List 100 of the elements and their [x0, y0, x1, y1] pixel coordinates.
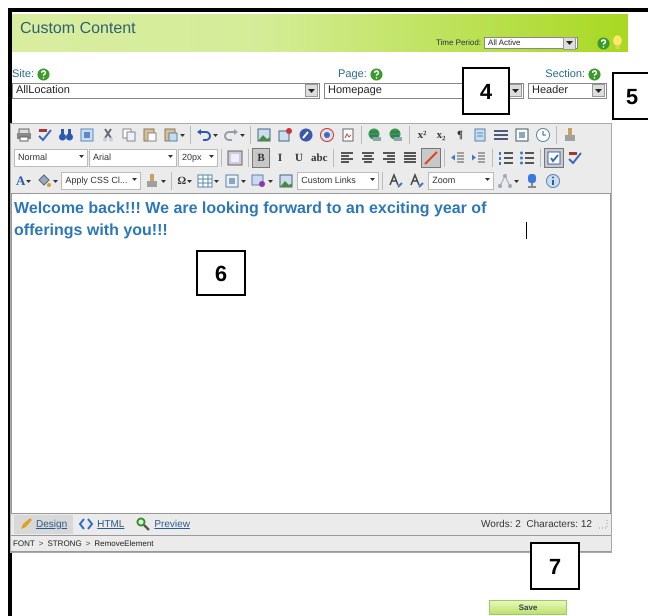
resize-grip-icon[interactable]	[598, 519, 608, 529]
mode-tab[interactable]: HTML	[73, 514, 130, 534]
page-title: Custom Content	[20, 19, 136, 39]
toolbar-button[interactable]: abc	[309, 148, 330, 168]
caret-icon	[209, 155, 214, 158]
binoculars-icon	[58, 127, 74, 143]
toolbar-dropdown[interactable]: 20px	[178, 149, 218, 167]
toolbar-button[interactable]: Ω	[175, 171, 194, 191]
toolbar-dropdown[interactable]: Normal	[14, 149, 88, 167]
help-icon[interactable]	[370, 68, 383, 81]
toolbar-button[interactable]: U	[290, 148, 308, 168]
horizontal-rule-icon	[493, 127, 509, 143]
breadcrumb-separator: >	[38, 538, 44, 548]
network-icon	[497, 173, 514, 189]
toolbar-button[interactable]: ¶	[451, 125, 469, 145]
paste-special-icon	[163, 127, 179, 143]
document-icon	[340, 127, 356, 143]
caret-icon	[132, 178, 138, 182]
spellcheck-icon	[37, 127, 53, 143]
globe-icon	[388, 127, 404, 143]
field-label: Section:	[545, 67, 585, 82]
breadcrumb-link[interactable]: RemoveElement	[94, 538, 154, 548]
caret-icon	[595, 88, 602, 92]
media-icon	[319, 127, 335, 143]
caret-icon	[180, 134, 185, 136]
caret-icon	[26, 180, 32, 182]
caret-icon	[214, 180, 220, 182]
mode-tab[interactable]: Design	[14, 514, 74, 534]
caret-icon	[485, 178, 490, 182]
box-icon	[224, 173, 240, 189]
caret-icon	[512, 88, 519, 92]
toolbar-button[interactable]	[225, 148, 245, 168]
undo-icon	[196, 127, 212, 143]
caret-icon	[308, 88, 315, 92]
callout-number: 4	[462, 67, 510, 115]
dropdown-field[interactable]: AllLocation	[12, 82, 320, 98]
breadcrumb-link[interactable]: STRONG	[47, 538, 82, 548]
pencil-icon	[20, 518, 32, 530]
field-label: Page:	[338, 67, 367, 82]
text-size-icon	[409, 173, 426, 189]
redo-icon	[223, 127, 239, 143]
caret-icon	[187, 180, 192, 182]
clipboard-icon	[472, 127, 488, 143]
table-icon	[197, 173, 214, 189]
toolbar-button[interactable]: B	[252, 148, 270, 168]
toolbar-button[interactable]: I	[271, 148, 289, 168]
text-size-icon	[388, 173, 404, 189]
slash-icon	[422, 150, 438, 166]
info-icon	[545, 173, 562, 189]
help-icon[interactable]	[37, 68, 50, 81]
mode-tab[interactable]: Preview	[130, 514, 196, 534]
code-icon	[79, 518, 94, 530]
printer-icon	[16, 127, 32, 143]
align-center-icon	[360, 150, 376, 166]
callout-number: 6	[196, 250, 246, 296]
toolbar-button[interactable]	[317, 125, 337, 145]
toolbar-dropdown[interactable]: Zoom	[428, 172, 494, 190]
toolbar-button[interactable]: x₂	[432, 125, 450, 145]
caret-icon	[240, 134, 245, 136]
toolbar-dropdown[interactable]: Arial	[89, 149, 177, 167]
callout-number: 5	[612, 72, 648, 120]
dropdown-field[interactable]: Header	[528, 82, 607, 98]
help-icon[interactable]	[588, 68, 601, 81]
caret-icon	[168, 155, 173, 158]
toolbar-button[interactable]: x²	[413, 125, 431, 145]
editor-text: Welcome back!!! We are looking forward to an exciting year of offerings with you!!!	[14, 198, 488, 240]
field-label: Site:	[12, 67, 34, 82]
magnifier-icon	[136, 517, 150, 531]
time-period-label: Time Period:	[436, 37, 481, 49]
checkbox-icon	[546, 150, 562, 166]
breadcrumb-link[interactable]: FONT	[13, 538, 35, 548]
breadcrumb-separator: >	[86, 538, 90, 548]
align-right-icon	[380, 150, 396, 166]
caret-icon	[53, 180, 58, 182]
save-button[interactable]: Save	[489, 600, 567, 615]
caret-icon	[566, 41, 573, 45]
callout-number: 7	[530, 542, 580, 590]
caret-icon	[514, 180, 520, 182]
caret-icon	[161, 180, 166, 182]
toolbar-button[interactable]	[544, 148, 564, 168]
text-cursor	[526, 222, 527, 239]
copy-icon	[121, 127, 137, 143]
toolbar-button[interactable]: A	[14, 171, 34, 191]
help-icon[interactable]	[597, 36, 610, 50]
toolbar-button[interactable]	[533, 125, 553, 145]
align-left-icon	[338, 150, 354, 166]
paste-icon	[142, 127, 158, 143]
caret-icon	[268, 180, 274, 182]
caret-icon	[213, 134, 218, 136]
image-map-icon	[277, 127, 293, 143]
clock-icon	[535, 127, 551, 143]
select-all-icon	[79, 127, 95, 143]
numbered-list-icon	[498, 150, 514, 166]
image-icon	[278, 173, 294, 189]
toolbar-dropdown[interactable]: Custom Links	[297, 172, 380, 190]
toolbar-button[interactable]	[420, 148, 440, 168]
align-justify-icon	[402, 150, 418, 166]
toolbar-dropdown[interactable]: Apply CSS Cl...	[61, 172, 142, 190]
caret-icon	[241, 180, 246, 182]
time-period-select[interactable]: All Active	[484, 37, 578, 49]
